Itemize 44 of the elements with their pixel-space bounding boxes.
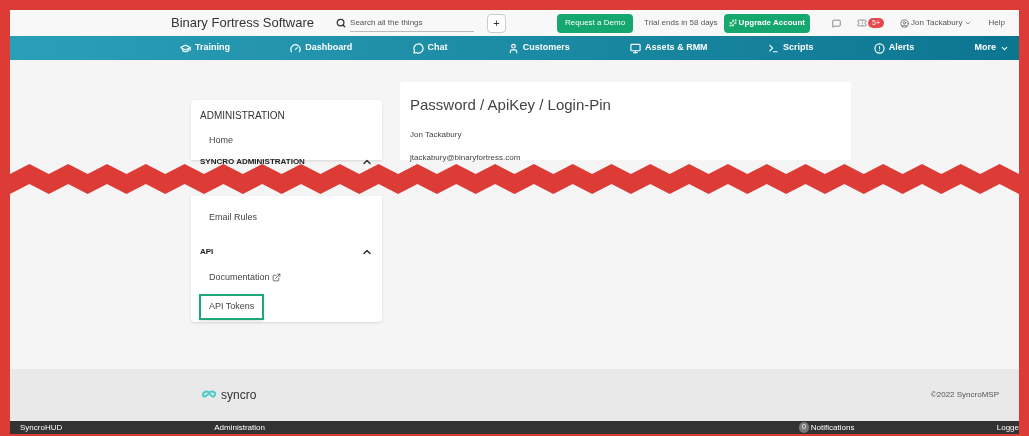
- section-heading: SYNCRO ADMINISTRATION: [200, 155, 305, 168]
- search-field[interactable]: Search all the things: [350, 14, 475, 32]
- user-icon: [899, 18, 909, 28]
- section-heading: API: [200, 245, 214, 258]
- page-title: Password / ApiKey / Login-Pin: [410, 95, 612, 115]
- sidebar-title: ADMINISTRATION: [200, 109, 286, 123]
- notifications-link[interactable]: Notifications: [810, 421, 855, 434]
- sidebar-item[interactable]: Email Rules: [199, 205, 267, 231]
- caret-icon: [964, 19, 973, 27]
- trial-text: Trial ends in 58 days: [644, 17, 718, 29]
- sidebar-item[interactable]: Home: [199, 128, 243, 154]
- help-link[interactable]: Help: [988, 17, 1005, 29]
- status-page: Administration: [214, 421, 265, 434]
- nav-icon: [630, 42, 642, 54]
- status-right-text: Logge: [996, 421, 1019, 434]
- status-app-name: SyncroHUD: [20, 421, 63, 434]
- nav-tab[interactable]: Assets & RMM: [630, 41, 708, 55]
- nav-icon: [180, 42, 191, 54]
- user-name: Jon Tackabury: [410, 128, 463, 141]
- request-demo-button[interactable]: Request a Demo: [557, 13, 634, 33]
- add-button[interactable]: +: [487, 13, 507, 33]
- nav-icon: [290, 42, 302, 54]
- user-menu[interactable]: Jon Tackabury: [899, 17, 973, 29]
- upgrade-account-button[interactable]: Upgrade Account: [723, 13, 810, 33]
- nav-icon: [507, 42, 519, 54]
- sidebar-item[interactable]: Documentation: [199, 264, 291, 290]
- nav-tab[interactable]: Dashboard: [290, 41, 353, 55]
- nav-tab[interactable]: Training: [180, 41, 230, 55]
- nav-tab[interactable]: Chat: [412, 41, 448, 55]
- footer-logo-text: syncro: [221, 387, 257, 404]
- nav-tab[interactable]: More: [974, 41, 1009, 55]
- search-icon: [336, 18, 347, 28]
- sidebar-item[interactable]: API Tokens: [199, 294, 265, 320]
- user-email: jtackabury@binaryfortress.com: [410, 151, 522, 164]
- nav-icon: [767, 42, 779, 54]
- nav-tab[interactable]: Scripts: [767, 41, 814, 55]
- copyright: ©2022 SyncroMSP: [930, 389, 999, 401]
- nav-tab[interactable]: Customers: [507, 41, 570, 55]
- sparkle-icon: [728, 19, 737, 27]
- nav-icon: [873, 42, 885, 54]
- company-name: Binary Fortress Software: [171, 14, 315, 33]
- external-link-icon: [271, 272, 281, 282]
- nav-icon: [412, 42, 424, 54]
- nav-tab[interactable]: Alerts: [873, 41, 915, 55]
